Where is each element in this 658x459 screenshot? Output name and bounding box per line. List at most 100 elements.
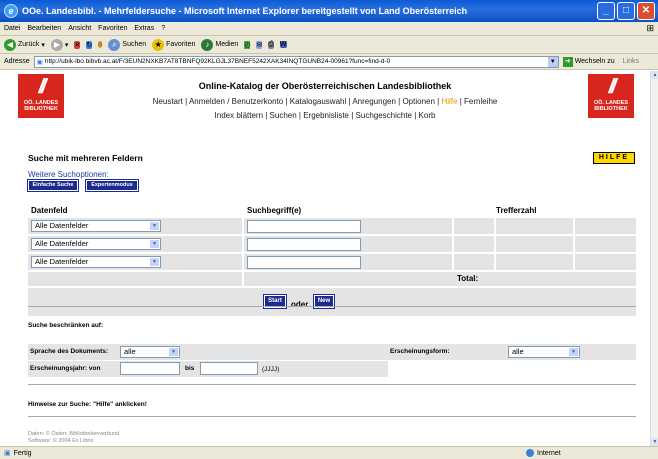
security-zone: Internet bbox=[526, 449, 561, 457]
mail-icon[interactable]: ✉ bbox=[256, 40, 263, 49]
media-icon: ♪ bbox=[201, 38, 214, 51]
toolbar: ◀ Zurück ▾ ▶ ▾ ✕ ↻ ⌂ ⌕ Suchen ★ Favorite… bbox=[0, 36, 658, 54]
refresh-icon[interactable]: ↻ bbox=[86, 40, 93, 49]
menu-bar: Datei Bearbeiten Ansicht Favoriten Extra… bbox=[0, 22, 658, 36]
scroll-up-icon[interactable]: ▲ bbox=[651, 71, 658, 79]
close-button[interactable]: ✕ bbox=[637, 2, 655, 20]
nav-row-1: Neustart | Anmelden / Benutzerkonto | Ka… bbox=[0, 97, 650, 106]
maximize-button[interactable]: □ bbox=[617, 2, 635, 20]
column-divider bbox=[573, 218, 575, 272]
minimize-button[interactable]: _ bbox=[597, 2, 615, 20]
year-label: Erscheinungsjahr: von bbox=[30, 365, 101, 372]
address-label: Adresse bbox=[4, 58, 30, 65]
nav-link-fernleihe[interactable]: | Fernleihe bbox=[460, 97, 498, 106]
more-options-label: Weitere Suchoptionen: bbox=[28, 170, 109, 179]
stop-icon[interactable]: ✕ bbox=[74, 40, 81, 49]
page-done-icon: ▣ bbox=[4, 450, 11, 457]
menu-favorites[interactable]: Favoriten bbox=[98, 25, 127, 32]
chevron-down-icon: ▼ bbox=[150, 240, 159, 248]
menu-tools[interactable]: Extras bbox=[134, 25, 154, 32]
vertical-scrollbar[interactable]: ▲ ▼ bbox=[650, 71, 658, 446]
footer-software-credit: Software: © 2004 Ex Libris bbox=[28, 438, 94, 444]
or-label: oder bbox=[291, 300, 309, 309]
chevron-down-icon: ▼ bbox=[169, 348, 178, 356]
favorites-button[interactable]: ★ Favoriten bbox=[152, 38, 196, 51]
go-button[interactable]: ➜ Wechseln zu bbox=[562, 56, 615, 67]
chevron-down-icon[interactable]: ▼ bbox=[547, 56, 558, 67]
search-button[interactable]: ⌕ Suchen bbox=[108, 38, 147, 51]
forward-button[interactable]: ▶ ▾ bbox=[50, 38, 69, 51]
address-input[interactable]: ▣ http://ubik-lbo.bibvb.ac.at/F/3EUN2NXK… bbox=[33, 55, 559, 68]
search-label: Suchen bbox=[122, 41, 147, 48]
search-icon: ⌕ bbox=[108, 38, 121, 51]
menu-view[interactable]: Ansicht bbox=[68, 25, 91, 32]
status-bar: ▣ Fertig Internet bbox=[0, 446, 658, 459]
ie-icon: e bbox=[4, 4, 18, 18]
form-select-value: alle bbox=[512, 347, 524, 356]
form-select[interactable]: alle ▼ bbox=[508, 346, 580, 358]
year-to-input[interactable] bbox=[200, 362, 258, 375]
window-titlebar: e OOe. Landesbibl. - Mehrfeldersuche - M… bbox=[0, 0, 658, 22]
divider bbox=[28, 384, 636, 385]
column-divider bbox=[494, 218, 496, 272]
nav-row-2[interactable]: Index blättern | Suchen | Ergebnisliste … bbox=[0, 111, 650, 120]
language-select-value: alle bbox=[124, 347, 136, 356]
field-select-value: Alle Datenfelder bbox=[35, 257, 89, 266]
field-select-2[interactable]: Alle Datenfelder ▼ bbox=[31, 238, 161, 250]
search-hint: Hinweise zur Suche: "Hilfe" anklicken! bbox=[28, 401, 147, 408]
menu-help[interactable]: ? bbox=[161, 25, 165, 32]
divider bbox=[28, 306, 636, 307]
col-header-term: Suchbegriff(e) bbox=[247, 206, 302, 215]
chevron-down-icon: ▼ bbox=[150, 258, 159, 266]
year-from-input[interactable] bbox=[120, 362, 180, 375]
total-row bbox=[28, 272, 636, 286]
field-select-value: Alle Datenfelder bbox=[35, 221, 89, 230]
nav-links[interactable]: Neustart | Anmelden / Benutzerkonto | Ka… bbox=[153, 97, 440, 106]
total-label: Total: bbox=[457, 274, 479, 283]
address-bar: Adresse ▣ http://ubik-lbo.bibvb.ac.at/F/… bbox=[0, 54, 658, 70]
menu-file[interactable]: Datei bbox=[4, 25, 20, 32]
menu-edit[interactable]: Bearbeiten bbox=[27, 25, 61, 32]
catalog-title: Online-Katalog der Oberösterreichischen … bbox=[198, 81, 452, 91]
favorites-label: Favoriten bbox=[166, 41, 196, 48]
word-icon[interactable]: W bbox=[279, 41, 287, 48]
year-to-label: bis bbox=[185, 365, 195, 372]
expert-mode-button[interactable]: Expertenmodus bbox=[85, 179, 139, 192]
back-arrow-icon: ◀ bbox=[4, 38, 16, 51]
simple-search-button[interactable]: Einfache Suche bbox=[27, 179, 79, 192]
back-label: Zurück bbox=[18, 41, 40, 48]
dropdown-icon: ▾ bbox=[64, 41, 69, 49]
language-select[interactable]: alle ▼ bbox=[120, 346, 180, 358]
restrict-heading: Suche beschränken auf: bbox=[28, 322, 104, 329]
chevron-down-icon: ▼ bbox=[569, 348, 578, 356]
page-icon: ▣ bbox=[36, 58, 43, 66]
help-button[interactable]: HILFE bbox=[593, 152, 635, 164]
scroll-down-icon[interactable]: ▼ bbox=[651, 438, 658, 446]
zone-label: Internet bbox=[537, 449, 561, 457]
nav-link-hilfe[interactable]: Hilfe bbox=[441, 97, 457, 106]
globe-icon bbox=[526, 449, 534, 457]
language-label: Sprache des Dokuments: bbox=[30, 348, 109, 355]
media-label: Medien bbox=[215, 41, 239, 48]
term-input-3[interactable] bbox=[247, 256, 361, 269]
history-icon[interactable]: ◴ bbox=[244, 40, 251, 49]
term-input-1[interactable] bbox=[247, 220, 361, 233]
dropdown-icon: ▾ bbox=[41, 41, 45, 49]
home-icon[interactable]: ⌂ bbox=[98, 41, 103, 48]
print-icon[interactable]: ⎙ bbox=[268, 40, 274, 49]
window-title: OOe. Landesbibl. - Mehrfeldersuche - Mic… bbox=[22, 6, 468, 16]
divider bbox=[28, 416, 636, 417]
field-select-1[interactable]: Alle Datenfelder ▼ bbox=[31, 220, 161, 232]
year-format-hint: (JJJJ) bbox=[262, 366, 280, 373]
field-select-3[interactable]: Alle Datenfelder ▼ bbox=[31, 256, 161, 268]
links-button[interactable]: Links bbox=[623, 58, 639, 65]
chevron-down-icon: ▼ bbox=[150, 222, 159, 230]
col-header-field: Datenfeld bbox=[31, 206, 68, 215]
go-arrow-icon: ➜ bbox=[562, 56, 573, 67]
col-header-hits: Trefferzahl bbox=[496, 206, 537, 215]
back-button[interactable]: ◀ Zurück ▾ bbox=[4, 38, 45, 51]
form-label: Erscheinungsform: bbox=[390, 348, 450, 355]
term-input-2[interactable] bbox=[247, 238, 361, 251]
column-divider bbox=[242, 218, 244, 286]
media-button[interactable]: ♪ Medien bbox=[201, 38, 239, 51]
